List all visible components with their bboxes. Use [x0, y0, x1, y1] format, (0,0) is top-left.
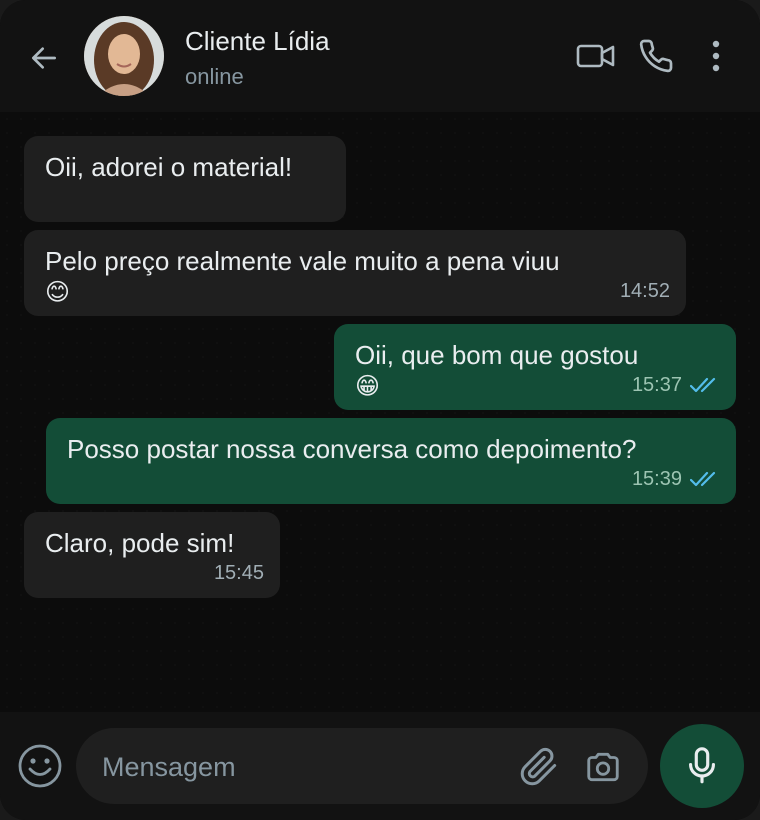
double-check-icon: [690, 376, 720, 394]
message-time: 15:37: [632, 370, 682, 400]
grinning-emoji: 😁: [355, 373, 380, 401]
microphone-button[interactable]: [660, 724, 744, 808]
message-incoming[interactable]: Oii, adorei o material!: [24, 136, 346, 222]
message-time: 15:39: [632, 464, 682, 494]
voice-call-icon: [638, 38, 674, 74]
emoji-icon: [17, 743, 63, 789]
message-text: Claro, pode sim!: [45, 528, 234, 558]
message-incoming[interactable]: Pelo preço realmente vale muito a pena v…: [24, 230, 686, 316]
message-outgoing[interactable]: Posso postar nossa conversa como depoime…: [46, 418, 736, 504]
chat-window: Cliente Lídia online Oii, adorei o mater…: [0, 0, 760, 820]
message-text: Pelo preço realmente vale muito a pena v…: [45, 246, 560, 276]
more-options-button[interactable]: [694, 36, 738, 76]
chat-header: Cliente Lídia online: [0, 0, 760, 112]
message-input[interactable]: [100, 746, 514, 788]
message-text: Oii, adorei o material!: [45, 152, 292, 182]
more-options-icon: [712, 40, 720, 72]
message-meta: 15:45: [214, 558, 264, 588]
message-time: 15:45: [214, 558, 264, 588]
back-button[interactable]: [24, 38, 64, 78]
message-meta: 15:39: [632, 464, 720, 494]
message-time: 14:52: [620, 276, 670, 306]
avatar-photo: [84, 16, 164, 96]
message-field[interactable]: [76, 728, 648, 804]
message-incoming[interactable]: Claro, pode sim! 15:45: [24, 512, 280, 598]
contact-status: online: [185, 64, 244, 90]
microphone-icon: [684, 746, 720, 786]
message-meta: 15:37: [632, 370, 720, 400]
voice-call-button[interactable]: [634, 36, 678, 76]
camera-icon: [584, 748, 622, 786]
emoji-button[interactable]: [16, 742, 64, 790]
double-check-icon: [690, 470, 720, 488]
message-text: Posso postar nossa conversa como depoime…: [67, 434, 636, 464]
contact-name[interactable]: Cliente Lídia: [185, 26, 330, 57]
message-text: Oii, que bom que gostou: [355, 340, 638, 370]
smiling-emoji: 😊: [45, 279, 70, 307]
message-meta: 14:52: [620, 276, 670, 306]
avatar[interactable]: [84, 16, 164, 96]
message-outgoing[interactable]: Oii, que bom que gostou 😁 15:37: [334, 324, 736, 410]
back-arrow-icon: [28, 42, 60, 74]
attach-icon: [519, 747, 559, 787]
video-call-icon: [576, 40, 616, 72]
attach-button[interactable]: [516, 744, 562, 790]
camera-button[interactable]: [580, 744, 626, 790]
video-call-button[interactable]: [574, 36, 618, 76]
message-list[interactable]: Oii, adorei o material! Pelo preço realm…: [0, 112, 760, 712]
